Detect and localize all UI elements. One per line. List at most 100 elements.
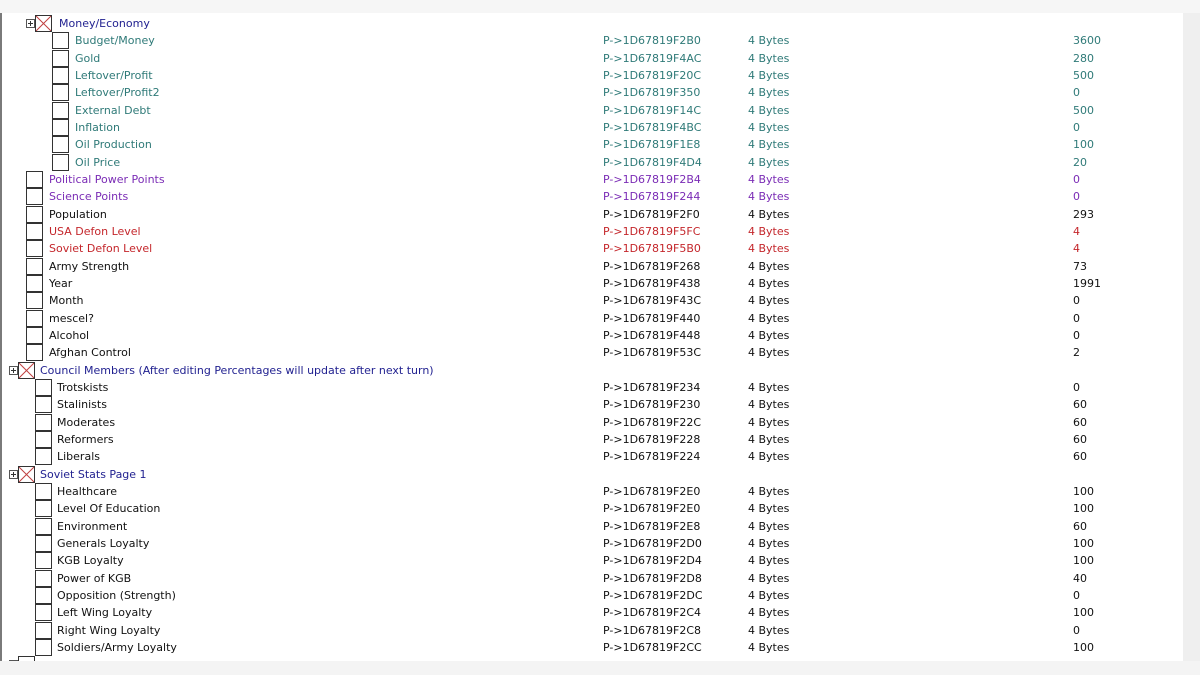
value[interactable]: 500 (1073, 67, 1094, 84)
active-checkbox[interactable] (35, 482, 52, 500)
value[interactable]: 60 (1073, 396, 1087, 413)
table-row[interactable]: Budget/Money P->1D67819F2B0 4 Bytes 3600 (2, 32, 1185, 50)
table-row[interactable]: Political Power Points P->1D67819F2B4 4 By… (2, 170, 1185, 188)
active-checkbox[interactable] (35, 430, 52, 448)
value[interactable]: 100 (1073, 639, 1094, 656)
table-row[interactable]: mescel? P->1D67819F440 4 Bytes 0 (2, 309, 1185, 327)
group-checkbox[interactable] (18, 361, 35, 379)
active-checkbox[interactable] (26, 170, 43, 188)
active-checkbox[interactable] (26, 188, 43, 206)
value[interactable]: 1991 (1073, 275, 1101, 292)
active-checkbox[interactable] (52, 118, 69, 136)
value[interactable]: 73 (1073, 258, 1087, 275)
value[interactable]: 280 (1073, 50, 1094, 67)
value[interactable]: 60 (1073, 431, 1087, 448)
active-checkbox[interactable] (52, 101, 69, 119)
table-row[interactable]: Science Points P->1D67819F244 4 Bytes 0 (2, 188, 1185, 206)
value[interactable]: 0 (1073, 587, 1080, 604)
value[interactable]: 60 (1073, 448, 1087, 465)
value[interactable]: 0 (1073, 84, 1080, 101)
active-checkbox[interactable] (52, 84, 69, 102)
active-checkbox[interactable] (35, 604, 52, 622)
table-row[interactable]: Stalinists P->1D67819F230 4 Bytes 60 (2, 396, 1185, 414)
value[interactable]: 0 (1073, 188, 1080, 205)
table-group-row[interactable]: Council Members (After editing Percentag… (2, 361, 1185, 379)
value[interactable]: 2 (1073, 344, 1080, 361)
active-checkbox[interactable] (35, 448, 52, 466)
table-row[interactable]: Leftover/Profit2 P->1D67819F350 4 Bytes 0 (2, 84, 1185, 102)
value[interactable]: 100 (1073, 552, 1094, 569)
value[interactable]: 500 (1073, 102, 1094, 119)
table-row[interactable]: KGB Loyalty P->1D67819F2D4 4 Bytes 100 (2, 552, 1185, 570)
table-row[interactable]: Gold P->1D67819F4AC 4 Bytes 280 (2, 49, 1185, 67)
active-checkbox[interactable] (26, 326, 43, 344)
expand-icon[interactable] (9, 365, 18, 375)
value[interactable]: 60 (1073, 518, 1087, 535)
table-row[interactable]: Soldiers/Army Loyalty P->1D67819F2CC 4 Byt… (2, 638, 1185, 656)
value[interactable]: 0 (1073, 379, 1080, 396)
value[interactable]: 0 (1073, 292, 1080, 309)
table-row[interactable]: Trotskists P->1D67819F234 4 Bytes 0 (2, 378, 1185, 396)
active-checkbox[interactable] (52, 66, 69, 84)
value[interactable]: 40 (1073, 570, 1087, 587)
value[interactable]: 100 (1073, 500, 1094, 517)
table-group-row[interactable]: Soviet Stats Page 1 (2, 465, 1185, 483)
group-checkbox[interactable] (35, 15, 52, 32)
active-checkbox[interactable] (26, 205, 43, 223)
expand-icon[interactable] (26, 19, 35, 28)
table-row[interactable]: Level Of Education P->1D67819F2E0 4 Bytes 1… (2, 500, 1185, 518)
value[interactable]: 0 (1073, 622, 1080, 639)
group-checkbox[interactable] (18, 465, 35, 483)
active-checkbox[interactable] (35, 378, 52, 396)
active-checkbox[interactable] (26, 257, 43, 275)
active-checkbox[interactable] (35, 586, 52, 604)
table-row[interactable]: Leftover/Profit P->1D67819F20C 4 Bytes 500 (2, 66, 1185, 84)
active-checkbox[interactable] (35, 500, 52, 518)
value[interactable]: 0 (1073, 171, 1080, 188)
active-checkbox[interactable] (26, 344, 43, 362)
active-checkbox[interactable] (35, 569, 52, 587)
value[interactable]: 3600 (1073, 32, 1101, 49)
table-row[interactable]: Oil Production P->1D67819F1E8 4 Bytes 100 (2, 136, 1185, 154)
table-row[interactable]: Moderates P->1D67819F22C 4 Bytes 60 (2, 413, 1185, 431)
active-checkbox[interactable] (26, 240, 43, 258)
value[interactable]: 0 (1073, 327, 1080, 344)
table-row[interactable]: Population P->1D67819F2F0 4 Bytes 293 (2, 205, 1185, 223)
expand-icon[interactable] (9, 469, 18, 479)
active-checkbox[interactable] (26, 292, 43, 310)
table-row[interactable]: Oil Price P->1D67819F4D4 4 Bytes 20 (2, 153, 1185, 171)
active-checkbox[interactable] (35, 552, 52, 570)
table-row[interactable]: Month P->1D67819F43C 4 Bytes 0 (2, 292, 1185, 310)
table-row[interactable]: Healthcare P->1D67819F2E0 4 Bytes 100 (2, 482, 1185, 500)
value[interactable]: 0 (1073, 119, 1080, 136)
table-row[interactable]: External Debt P->1D67819F14C 4 Bytes 500 (2, 101, 1185, 119)
active-checkbox[interactable] (26, 309, 43, 327)
active-checkbox[interactable] (52, 136, 69, 154)
value[interactable]: 100 (1073, 483, 1094, 500)
table-row[interactable]: Power of KGB P->1D67819F2D8 4 Bytes 40 (2, 569, 1185, 587)
active-checkbox[interactable] (35, 396, 52, 414)
table-row[interactable]: USA Defon Level P->1D67819F5FC 4 Bytes 4 (2, 222, 1185, 240)
table-row[interactable]: Right Wing Loyalty P->1D67819F2C8 4 Bytes 0 (2, 621, 1185, 639)
table-row[interactable]: Generals Loyalty P->1D67819F2D0 4 Bytes 100 (2, 534, 1185, 552)
active-checkbox[interactable] (35, 621, 52, 639)
table-row[interactable]: Left Wing Loyalty P->1D67819F2C4 4 Bytes 10… (2, 604, 1185, 622)
active-checkbox[interactable] (35, 413, 52, 431)
table-group-row[interactable]: Money/Economy (2, 15, 1185, 32)
value[interactable]: 293 (1073, 206, 1094, 223)
cheat-table-list[interactable]: Money/Economy Budget/Money P->1D67819F2B0 4… (0, 13, 1185, 661)
value[interactable]: 20 (1073, 154, 1087, 171)
active-checkbox[interactable] (52, 49, 69, 67)
table-row[interactable]: Reformers P->1D67819F228 4 Bytes 60 (2, 430, 1185, 448)
table-row[interactable]: Environment P->1D67819F2E8 4 Bytes 60 (2, 517, 1185, 535)
table-row[interactable]: Soviet Defon Level P->1D67819F5B0 4 Bytes 4 (2, 240, 1185, 258)
value[interactable]: 4 (1073, 223, 1080, 240)
active-checkbox[interactable] (26, 222, 43, 240)
value[interactable]: 4 (1073, 240, 1080, 257)
active-checkbox[interactable] (35, 517, 52, 535)
active-checkbox[interactable] (26, 274, 43, 292)
active-checkbox[interactable] (52, 153, 69, 171)
table-row[interactable]: Inflation P->1D67819F4BC 4 Bytes 0 (2, 118, 1185, 136)
table-row[interactable]: Army Strength P->1D67819F268 4 Bytes 73 (2, 257, 1185, 275)
table-row[interactable]: Alcohol P->1D67819F448 4 Bytes 0 (2, 326, 1185, 344)
